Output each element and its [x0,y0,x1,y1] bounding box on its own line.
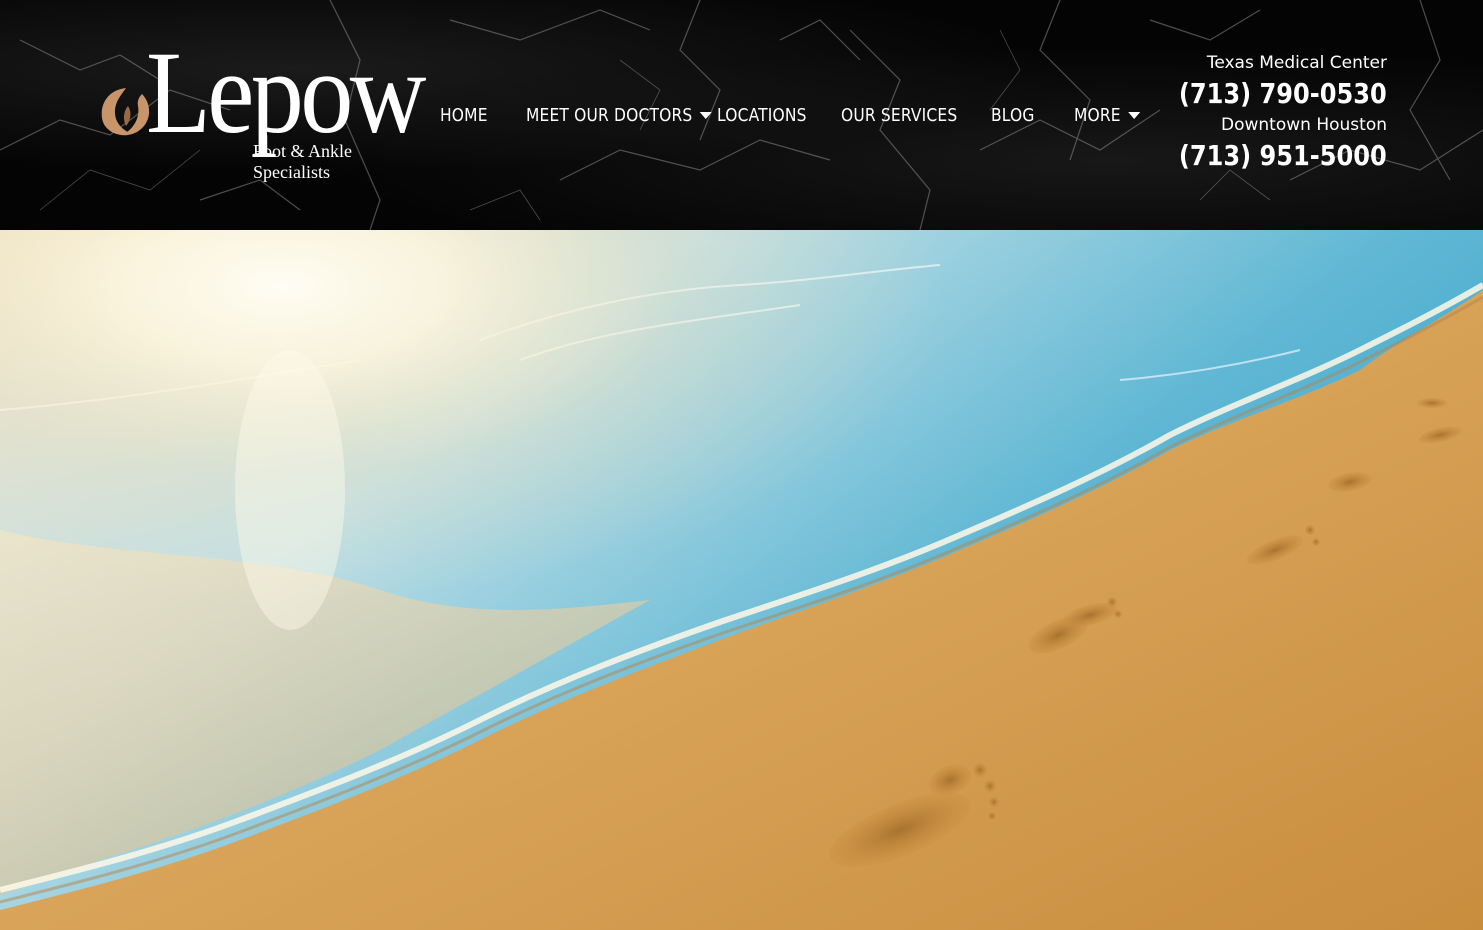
nav-item-services-wrap: OUR SERVICES [841,105,991,126]
main-nav: HOME MEET OUR DOCTORS LOCATIONS OUR SERV… [440,102,1154,128]
site-logo[interactable]: Lepow Foot & Ankle Specialists [98,34,427,190]
chevron-down-icon [1128,111,1141,119]
nav-item-more-label: MORE [1074,104,1121,126]
nav-item-meet-our-doctors[interactable]: MEET OUR DOCTORS [526,104,713,126]
hero-beach-image [0,230,1483,930]
nav-item-blog-wrap: BLOG [991,105,1074,126]
nav-item-doctors-wrap: MEET OUR DOCTORS [526,105,717,126]
nav-item-home-label: HOME [440,104,488,126]
nav-item-blog[interactable]: BLOG [991,105,1062,126]
nav-item-services-label: OUR SERVICES [841,104,958,126]
beach-footprints-photo [0,230,1483,930]
logo-tagline-line1: Foot & Ankle [253,141,353,161]
nav-item-locations-label: LOCATIONS [717,104,807,126]
site-header: Lepow Foot & Ankle Specialists HOME MEET… [0,0,1483,230]
nav-item-blog-label: BLOG [991,104,1035,126]
nav-item-locations[interactable]: LOCATIONS [717,105,824,126]
nav-item-doctors-label: MEET OUR DOCTORS [526,104,693,126]
phone-link-downtown[interactable]: (713) 951-5000 [1179,136,1387,176]
nav-item-home[interactable]: HOME [440,105,514,126]
logo-wordmark: Lepow [146,27,427,158]
nav-item-locations-wrap: LOCATIONS [717,105,841,126]
nav-item-home-wrap: HOME [440,105,526,126]
nav-item-more[interactable]: MORE [1074,105,1143,126]
nav-item-more-wrap: MORE [1074,105,1154,126]
logo-tagline-line2: Specialists [253,162,330,182]
phone-link-medical-center[interactable]: (713) 790-0530 [1179,74,1387,114]
nav-item-our-services[interactable]: OUR SERVICES [841,105,970,126]
chevron-down-icon [700,111,713,119]
logo-tagline: Foot & Ankle Specialists [253,141,352,183]
contact-block: Texas Medical Center (713) 790-0530 Down… [1145,52,1387,176]
location-name-downtown: Downtown Houston [1221,115,1387,135]
location-name-medical-center: Texas Medical Center [1206,53,1387,73]
